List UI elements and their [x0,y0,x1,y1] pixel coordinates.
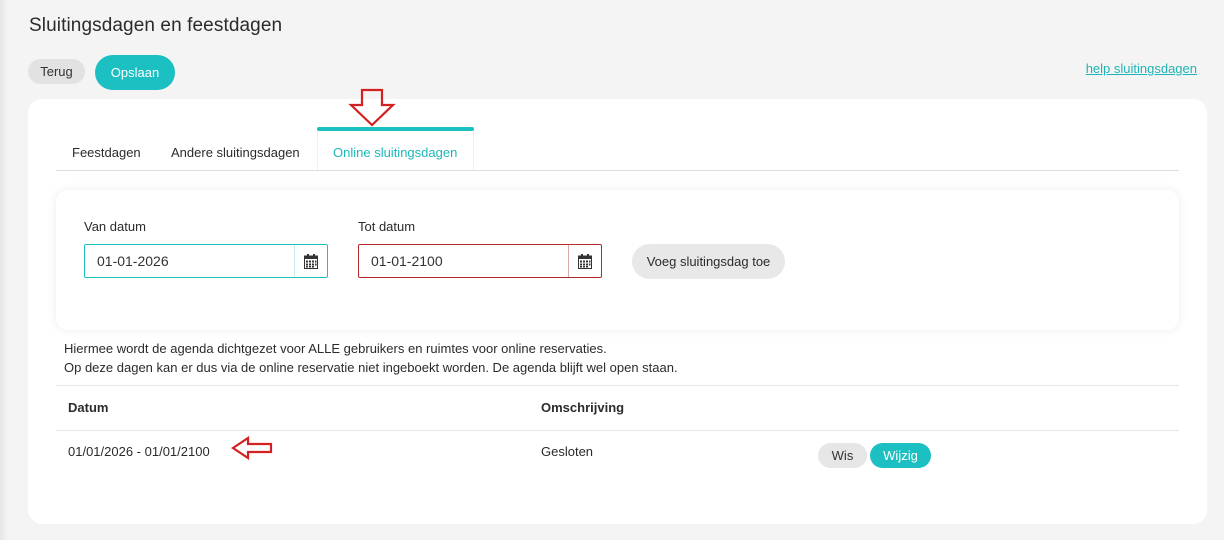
column-header-description: Omschrijving [541,400,625,415]
save-button[interactable]: Opslaan [95,55,175,90]
edit-button[interactable]: Wijzig [870,443,931,468]
table-top-divider [56,385,1179,386]
delete-button[interactable]: Wis [818,443,867,468]
from-date-input[interactable] [85,245,294,277]
arrow-left-annotation-icon [231,436,273,460]
page-title: Sluitingsdagen en feestdagen [29,15,283,36]
to-date-field [358,244,602,278]
help-link[interactable]: help sluitingsdagen [1086,61,1197,76]
from-date-label: Van datum [84,219,146,234]
to-date-calendar-button[interactable] [568,245,601,277]
arrow-down-annotation-icon [348,88,396,127]
page-left-edge [0,0,8,540]
tab-online-sluitingsdagen[interactable]: Online sluitingsdagen [333,145,457,160]
from-date-field [84,244,328,278]
back-button[interactable]: Terug [28,59,85,84]
tab-andere-sluitingsdagen[interactable]: Andere sluitingsdagen [171,145,300,160]
to-date-input[interactable] [359,245,568,277]
table-header-divider [56,430,1179,431]
from-date-calendar-button[interactable] [294,245,327,277]
calendar-icon [578,253,592,269]
info-text-line-2: Op deze dagen kan er dus via de online r… [64,360,678,375]
table-row-date: 01/01/2026 - 01/01/2100 [68,444,210,459]
to-date-label: Tot datum [358,219,416,234]
add-closing-day-button[interactable]: Voeg sluitingsdag toe [632,244,785,279]
tabs-divider [56,170,1179,171]
tab-feestdagen[interactable]: Feestdagen [72,145,141,160]
info-text-line-1: Hiermee wordt de agenda dichtgezet voor … [64,341,607,356]
column-header-date: Datum [68,400,109,415]
table-row-description: Gesloten [541,444,594,459]
calendar-icon [304,253,318,269]
